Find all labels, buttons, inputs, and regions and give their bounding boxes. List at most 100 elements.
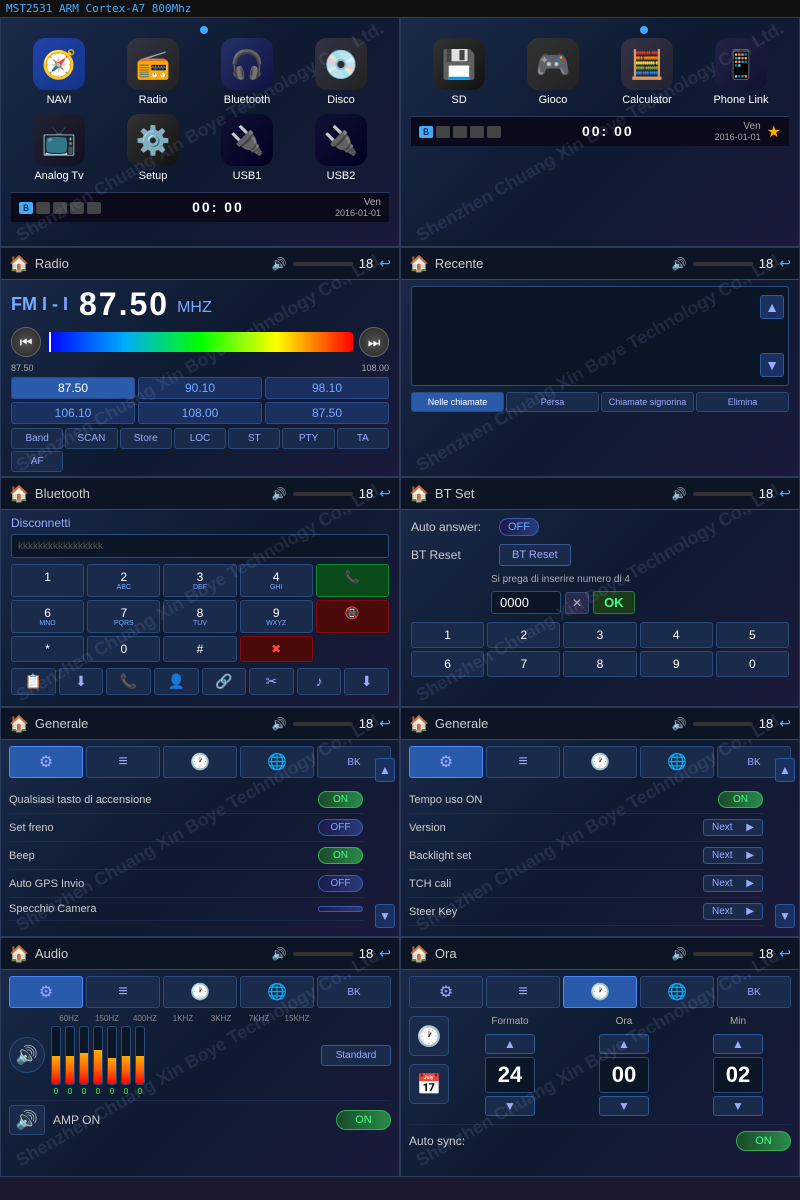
tab-chiamate-signorina[interactable]: Chiamate signorina: [601, 392, 694, 412]
ora-min-down[interactable]: ▼: [713, 1096, 763, 1116]
ora-sync-toggle[interactable]: ON: [736, 1131, 791, 1151]
preset-2[interactable]: 90.10: [138, 377, 262, 399]
icon-game[interactable]: 🎮 Gioco: [510, 38, 596, 106]
audio-tab-1[interactable]: ≡: [86, 976, 160, 1008]
btset-vol-bar[interactable]: [693, 492, 753, 496]
gen-left-toggle-1[interactable]: OFF: [318, 819, 363, 836]
eq-bar-6[interactable]: 0: [135, 1026, 145, 1096]
btset-num-4[interactable]: 4: [640, 622, 713, 648]
gen-right-tab-3[interactable]: 🌐: [640, 746, 714, 778]
radio-ctrl-band[interactable]: Band: [11, 428, 63, 449]
radio-prev-btn[interactable]: ⏮: [11, 327, 41, 357]
gen-right-tab-0[interactable]: ⚙: [409, 746, 483, 778]
recente-scroll-up[interactable]: ▲: [760, 295, 784, 319]
ora-tab-2[interactable]: 🕐: [563, 976, 637, 1008]
gen-left-tab-3[interactable]: 🌐: [240, 746, 314, 778]
gen-left-tab-0[interactable]: ⚙: [9, 746, 83, 778]
btset-num-1[interactable]: 1: [411, 622, 484, 648]
gen-left-back-btn[interactable]: ↩: [379, 715, 391, 732]
btset-pin-input[interactable]: [491, 591, 561, 614]
preset-6[interactable]: 87.50: [265, 402, 389, 424]
gen-right-tab-1[interactable]: ≡: [486, 746, 560, 778]
ora-back-btn[interactable]: ↩: [779, 945, 791, 962]
radio-ctrl-ta[interactable]: TA: [337, 428, 389, 449]
num-4[interactable]: 4GHI: [240, 564, 313, 597]
gen-right-next-1[interactable]: Next ▶: [703, 819, 763, 836]
radio-ctrl-af[interactable]: AF: [11, 451, 63, 472]
btset-reset-btn[interactable]: BT Reset: [499, 544, 571, 566]
radio-ctrl-loc[interactable]: LOC: [174, 428, 226, 449]
bt-act-7[interactable]: ♪: [297, 668, 342, 695]
gen-right-tab-2[interactable]: 🕐: [563, 746, 637, 778]
radio-back-btn[interactable]: ↩: [379, 255, 391, 272]
icon-bluetooth[interactable]: 🎧 Bluetooth: [204, 38, 290, 106]
btset-ok-btn[interactable]: OK: [593, 591, 635, 614]
gen-right-vol-bar[interactable]: [693, 722, 753, 726]
bt-act-5[interactable]: 🔗: [202, 668, 247, 695]
ora-clock-btn[interactable]: 🕐: [409, 1016, 449, 1056]
ora-tab-3[interactable]: 🌐: [640, 976, 714, 1008]
audio-tab-3[interactable]: 🌐: [240, 976, 314, 1008]
gen-left-tab-1[interactable]: ≡: [86, 746, 160, 778]
ora-formato-up[interactable]: ▲: [485, 1034, 535, 1054]
gen-left-scroll-down[interactable]: ▼: [375, 904, 395, 928]
gen-right-scroll-down[interactable]: ▼: [775, 904, 795, 928]
btset-num-0[interactable]: 0: [716, 651, 789, 677]
icon-dvd[interactable]: 💿 Disco: [298, 38, 384, 106]
preset-4[interactable]: 106.10: [11, 402, 135, 424]
icon-tv[interactable]: 📺 Analog Tv: [16, 114, 102, 182]
audio-tab-2[interactable]: 🕐: [163, 976, 237, 1008]
bt-act-2[interactable]: ⬇: [59, 668, 104, 695]
ora-ora-down[interactable]: ▼: [599, 1096, 649, 1116]
audio-home-icon[interactable]: 🏠: [9, 944, 29, 964]
num-7[interactable]: 7PQRS: [87, 600, 160, 633]
btset-num-6[interactable]: 6: [411, 651, 484, 677]
gen-left-toggle-4[interactable]: [318, 906, 363, 912]
audio-vol-lg-icon[interactable]: 🔊: [9, 1037, 45, 1073]
num-hash[interactable]: #: [163, 636, 236, 662]
radio-ctrl-pty[interactable]: PTY: [282, 428, 334, 449]
eq-preset-btn[interactable]: Standard: [321, 1045, 391, 1066]
preset-5[interactable]: 108.00: [138, 402, 262, 424]
eq-bar-0[interactable]: 0: [51, 1026, 61, 1096]
eq-bar-2[interactable]: 0: [79, 1026, 89, 1096]
btset-num-2[interactable]: 2: [487, 622, 560, 648]
audio-back-btn[interactable]: ↩: [379, 945, 391, 962]
gen-left-tab-2[interactable]: 🕐: [163, 746, 237, 778]
num-star[interactable]: *: [11, 636, 84, 662]
audio-vol-bar[interactable]: [293, 952, 353, 956]
radio-ctrl-scan[interactable]: SCAN: [65, 428, 117, 449]
audio-tab-0[interactable]: ⚙: [9, 976, 83, 1008]
gen-right-next-2[interactable]: Next ▶: [703, 847, 763, 864]
num-end[interactable]: ✖: [240, 636, 313, 662]
num-9[interactable]: 9WXYZ: [240, 600, 313, 633]
gen-left-toggle-0[interactable]: ON: [318, 791, 363, 808]
ora-calendar-btn[interactable]: 📅: [409, 1064, 449, 1104]
gen-right-next-3[interactable]: Next ▶: [703, 875, 763, 892]
radio-slider[interactable]: [47, 332, 353, 352]
btset-num-3[interactable]: 3: [563, 622, 636, 648]
ora-formato-down[interactable]: ▼: [485, 1096, 535, 1116]
icon-usb1[interactable]: 🔌 USB1: [204, 114, 290, 182]
num-1[interactable]: 1: [11, 564, 84, 597]
bt-vol-bar[interactable]: [293, 492, 353, 496]
eq-bar-3[interactable]: 0: [93, 1026, 103, 1096]
icon-radio[interactable]: 📻 Radio: [110, 38, 196, 106]
num-8[interactable]: 8TUV: [163, 600, 236, 633]
bt-act-1[interactable]: 📋: [11, 668, 56, 695]
bt-act-6[interactable]: ✂: [249, 668, 294, 695]
btset-num-5[interactable]: 5: [716, 622, 789, 648]
gen-right-home-icon[interactable]: 🏠: [409, 714, 429, 734]
ora-vol-bar[interactable]: [693, 952, 753, 956]
btset-back-btn[interactable]: ↩: [779, 485, 791, 502]
gen-right-next-4[interactable]: Next ▶: [703, 903, 763, 920]
btset-num-7[interactable]: 7: [487, 651, 560, 677]
icon-usb2[interactable]: 🔌 USB2: [298, 114, 384, 182]
ora-ora-up[interactable]: ▲: [599, 1034, 649, 1054]
btset-num-9[interactable]: 9: [640, 651, 713, 677]
gen-right-back-btn[interactable]: ↩: [779, 715, 791, 732]
recente-home-icon[interactable]: 🏠: [409, 254, 429, 274]
btset-clear-btn[interactable]: ✕: [565, 592, 589, 614]
bt-act-8[interactable]: ⬇: [344, 668, 389, 695]
bt-act-3[interactable]: 📞: [106, 668, 151, 695]
